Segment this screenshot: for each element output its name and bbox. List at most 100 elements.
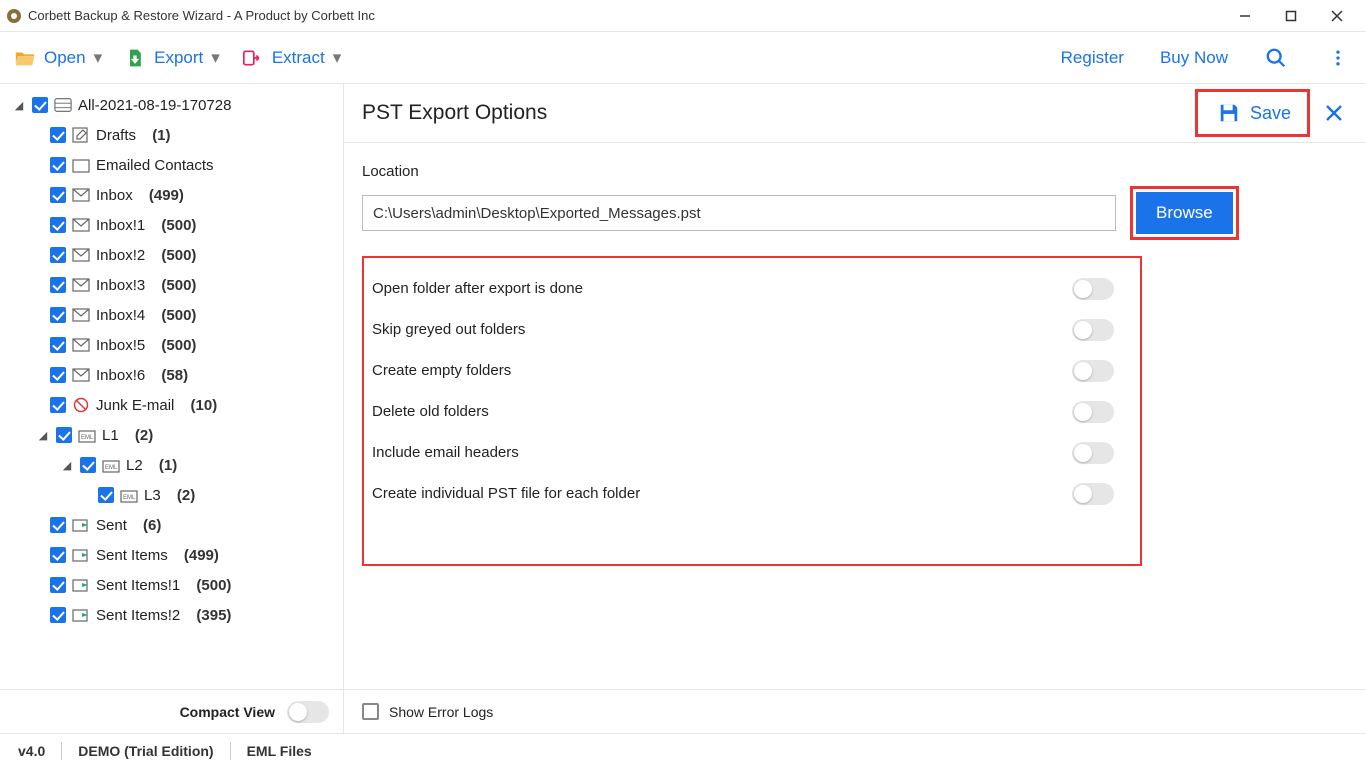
envelope-icon xyxy=(72,307,90,323)
close-button[interactable] xyxy=(1314,0,1360,32)
compact-view-toggle[interactable] xyxy=(287,701,329,723)
node-label: Junk E-mail xyxy=(96,397,174,414)
minimize-button[interactable] xyxy=(1222,0,1268,32)
collapse-arrow-icon[interactable]: ◢ xyxy=(60,459,74,472)
register-link[interactable]: Register xyxy=(1061,48,1124,68)
compact-view-bar: Compact View xyxy=(0,689,343,733)
folder-tree[interactable]: ◢ All-2021-08-19-170728 Drafts (1) Email… xyxy=(0,84,343,689)
node-checkbox[interactable] xyxy=(50,217,66,233)
node-count: (2) xyxy=(135,427,153,444)
node-label: Sent Items xyxy=(96,547,168,564)
buy-now-link[interactable]: Buy Now xyxy=(1160,48,1228,68)
node-checkbox[interactable] xyxy=(50,397,66,413)
tree-node[interactable]: Junk E-mail (10) xyxy=(0,390,343,420)
tree-node-l3[interactable]: EMLL3 (2) xyxy=(0,480,343,510)
node-checkbox[interactable] xyxy=(50,187,66,203)
more-menu-button[interactable] xyxy=(1324,44,1352,72)
tree-node[interactable]: Inbox!1 (500) xyxy=(0,210,343,240)
node-checkbox[interactable] xyxy=(32,97,48,113)
search-button[interactable] xyxy=(1262,44,1290,72)
node-count: (500) xyxy=(161,247,196,264)
option-toggle[interactable] xyxy=(1072,483,1114,505)
status-version: v4.0 xyxy=(18,743,45,759)
close-panel-button[interactable] xyxy=(1320,99,1348,127)
node-label: Inbox!6 xyxy=(96,367,145,384)
node-label: Sent Items!1 xyxy=(96,577,180,594)
tree-node[interactable]: Emailed Contacts xyxy=(0,150,343,180)
tree-node-l2[interactable]: ◢EMLL2 (1) xyxy=(0,450,343,480)
file-export-icon xyxy=(124,47,146,69)
envelope-icon xyxy=(72,217,90,233)
main-area: ◢ All-2021-08-19-170728 Drafts (1) Email… xyxy=(0,84,1366,733)
option-toggle[interactable] xyxy=(1072,319,1114,341)
node-label: All-2021-08-19-170728 xyxy=(78,97,231,114)
option-toggle[interactable] xyxy=(1072,360,1114,382)
option-toggle[interactable] xyxy=(1072,442,1114,464)
svg-text:EML: EML xyxy=(123,495,136,501)
node-checkbox[interactable] xyxy=(50,367,66,383)
tree-node[interactable]: Inbox!2 (500) xyxy=(0,240,343,270)
node-checkbox[interactable] xyxy=(98,487,114,503)
node-count: (500) xyxy=(196,577,231,594)
node-checkbox[interactable] xyxy=(50,607,66,623)
save-highlight-box: Save xyxy=(1195,89,1310,137)
tree-node[interactable]: Inbox!5 (500) xyxy=(0,330,343,360)
node-checkbox[interactable] xyxy=(80,457,96,473)
node-checkbox[interactable] xyxy=(56,427,72,443)
tree-node[interactable]: Inbox!3 (500) xyxy=(0,270,343,300)
tree-node[interactable]: Sent Items!2 (395) xyxy=(0,600,343,630)
tree-node[interactable]: Inbox (499) xyxy=(0,180,343,210)
collapse-arrow-icon[interactable]: ◢ xyxy=(12,99,26,112)
envelope-icon xyxy=(72,247,90,263)
node-label: Inbox!4 xyxy=(96,307,145,324)
titlebar: Corbett Backup & Restore Wizard - A Prod… xyxy=(0,0,1366,32)
browse-button[interactable]: Browse xyxy=(1136,192,1233,234)
tree-node[interactable]: Drafts (1) xyxy=(0,120,343,150)
option-row: Include email headers xyxy=(372,432,1132,473)
tree-node[interactable]: Sent (6) xyxy=(0,510,343,540)
caret-down-icon: ▾ xyxy=(211,48,220,68)
node-label: Emailed Contacts xyxy=(96,157,214,174)
compact-view-label: Compact View xyxy=(180,704,275,720)
panel-header: PST Export Options Save xyxy=(344,84,1366,143)
node-count: (2) xyxy=(177,487,195,504)
tree-node-root[interactable]: ◢ All-2021-08-19-170728 xyxy=(0,90,343,120)
export-menu-button[interactable]: Export ▾ xyxy=(124,47,220,69)
tree-node[interactable]: Inbox!6 (58) xyxy=(0,360,343,390)
save-button[interactable]: Save xyxy=(1204,96,1305,130)
panel-title: PST Export Options xyxy=(362,101,1195,125)
collapse-arrow-icon[interactable]: ◢ xyxy=(36,429,50,442)
tree-node[interactable]: Inbox!4 (500) xyxy=(0,300,343,330)
envelope-icon xyxy=(72,367,90,383)
node-checkbox[interactable] xyxy=(50,307,66,323)
node-checkbox[interactable] xyxy=(50,127,66,143)
folder-icon xyxy=(72,157,90,173)
node-checkbox[interactable] xyxy=(50,547,66,563)
sent-icon xyxy=(72,577,90,593)
eml-folder-icon: EML xyxy=(102,457,120,473)
node-count: (58) xyxy=(161,367,188,384)
database-icon xyxy=(54,97,72,113)
node-checkbox[interactable] xyxy=(50,247,66,263)
extract-menu-button[interactable]: Extract ▾ xyxy=(242,47,341,69)
browse-highlight-box: Browse xyxy=(1130,186,1239,240)
option-toggle[interactable] xyxy=(1072,278,1114,300)
node-label: Drafts xyxy=(96,127,136,144)
option-toggle[interactable] xyxy=(1072,401,1114,423)
envelope-icon xyxy=(72,337,90,353)
node-checkbox[interactable] xyxy=(50,517,66,533)
maximize-button[interactable] xyxy=(1268,0,1314,32)
folder-open-icon xyxy=(14,47,36,69)
show-errors-checkbox[interactable] xyxy=(362,703,379,720)
open-menu-button[interactable]: Open ▾ xyxy=(14,47,102,69)
node-checkbox[interactable] xyxy=(50,577,66,593)
node-checkbox[interactable] xyxy=(50,277,66,293)
status-separator xyxy=(230,742,231,760)
location-input[interactable] xyxy=(362,195,1116,231)
tree-node[interactable]: Sent Items!1 (500) xyxy=(0,570,343,600)
node-checkbox[interactable] xyxy=(50,337,66,353)
node-checkbox[interactable] xyxy=(50,157,66,173)
tree-node-l1[interactable]: ◢EMLL1 (2) xyxy=(0,420,343,450)
export-label: Export xyxy=(154,48,203,68)
status-format: EML Files xyxy=(247,743,312,759)
